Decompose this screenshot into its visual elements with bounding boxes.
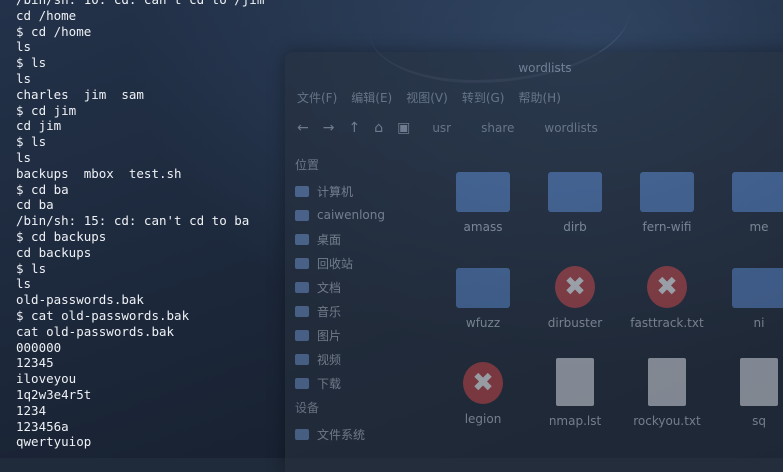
terminal-line: 123456a [16, 418, 69, 434]
terminal-line: ls [16, 70, 32, 86]
terminal-line: iloveyou [16, 371, 77, 387]
terminal-line: $ cd jim [16, 102, 77, 118]
terminal-line: 1234 [16, 402, 47, 418]
terminal-line: ls [16, 149, 32, 165]
terminal-line: cat old-passwords.bak [16, 323, 175, 339]
terminal-line: old-passwords.bak [16, 292, 144, 308]
terminal-line: ls [16, 39, 32, 55]
terminal-line: $ cd ba [16, 181, 69, 197]
terminal-line: cd ba [16, 197, 54, 213]
terminal-line: $ ls [16, 55, 47, 71]
terminal-line: /bin/sh: 15: cd: can't cd to ba [16, 213, 250, 229]
terminal-line: cd jim [16, 118, 62, 134]
terminal-line: backups mbox test.sh [16, 165, 182, 181]
terminal-line: 1q2w3e4r5t [16, 386, 92, 402]
terminal-line: 12345 [16, 355, 54, 371]
terminal-line: $ ls [16, 134, 47, 150]
terminal-line: cd backups [16, 244, 92, 260]
terminal-line: 000000 [16, 339, 62, 355]
terminal-line: $ ls [16, 260, 47, 276]
terminal-line: $ cd backups [16, 228, 107, 244]
terminal-line: /bin/sh: 10: cd: can't cd to /jim [16, 0, 783, 8]
terminal-line: charles jim sam [16, 86, 144, 102]
terminal-line: qwertyuiop [16, 434, 92, 450]
terminal-line: $ cat old-passwords.bak [16, 307, 190, 323]
terminal-line: ls [16, 276, 32, 292]
terminal-line: cd /home [16, 7, 77, 23]
terminal-line: $ cd /home [16, 23, 92, 39]
terminal-output[interactable]: /bin/sh: 10: cd: can't cd to /jimcd /hom… [0, 0, 783, 458]
